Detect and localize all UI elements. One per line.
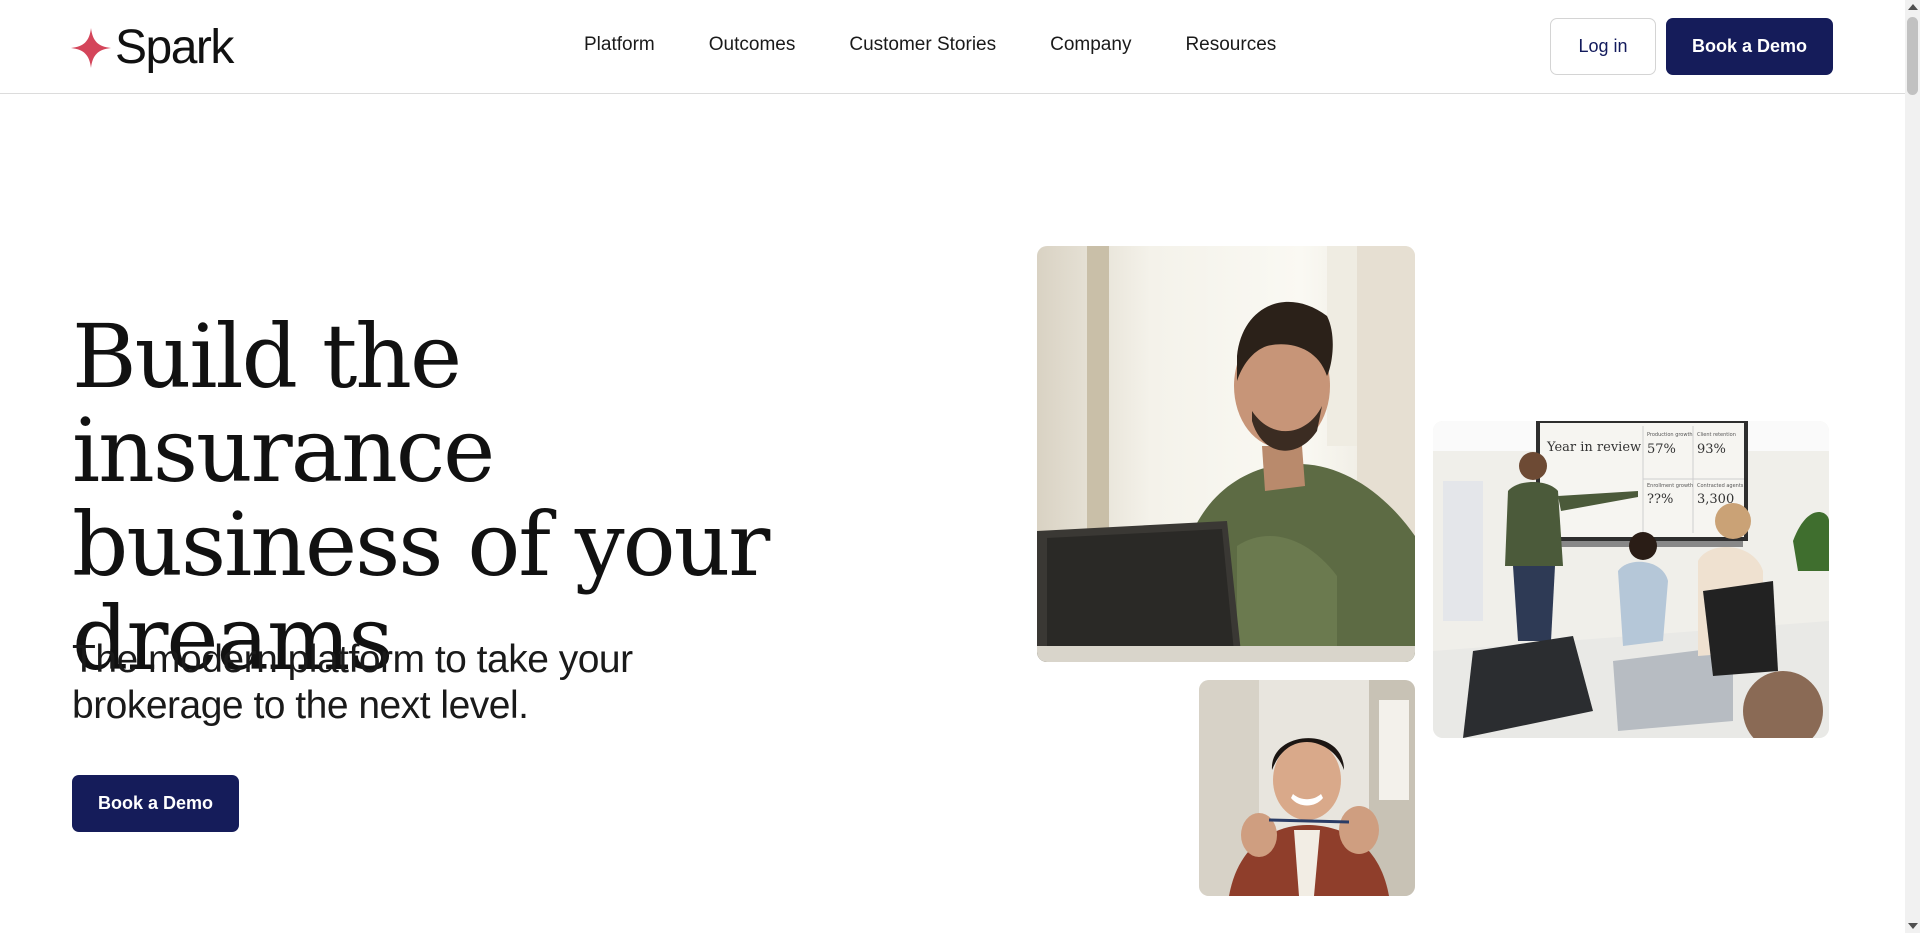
photo-man-with-tablet bbox=[1037, 246, 1415, 662]
login-button[interactable]: Log in bbox=[1550, 18, 1656, 75]
nav-customer-stories[interactable]: Customer Stories bbox=[849, 30, 996, 60]
screen-heading: Year in review bbox=[1546, 440, 1641, 455]
screen-stat-value: ??% bbox=[1647, 492, 1673, 507]
page-scrollbar[interactable] bbox=[1905, 0, 1920, 933]
screen-stat-label: Client retention bbox=[1697, 432, 1736, 438]
four-point-star-icon bbox=[71, 28, 111, 68]
screen-stat-value: 93% bbox=[1697, 442, 1726, 457]
site-header: Spark Platform Outcomes Customer Stories… bbox=[0, 0, 1905, 94]
main-nav: Platform Outcomes Customer Stories Compa… bbox=[584, 30, 1330, 60]
scroll-thumb[interactable] bbox=[1907, 17, 1918, 95]
header-book-demo-button[interactable]: Book a Demo bbox=[1666, 18, 1833, 75]
screen-stat-label: Contracted agents bbox=[1697, 483, 1744, 489]
hero-title: Build the insurance business of your dre… bbox=[72, 305, 770, 690]
photo-team-presentation: Year in review Production growth 57% Cli… bbox=[1433, 421, 1829, 738]
screen-stat-label: Enrollment growth bbox=[1647, 483, 1693, 489]
scroll-down-arrow-icon[interactable] bbox=[1908, 923, 1918, 929]
brand-name: Spark bbox=[115, 21, 234, 74]
nav-platform[interactable]: Platform bbox=[584, 30, 655, 60]
hero-book-demo-button[interactable]: Book a Demo bbox=[72, 775, 239, 832]
screen-stat-label: Production growth bbox=[1647, 432, 1693, 438]
hero-subtitle: The modern platform to take your brokera… bbox=[72, 638, 633, 727]
scroll-up-arrow-icon[interactable] bbox=[1908, 4, 1918, 10]
nav-resources[interactable]: Resources bbox=[1185, 30, 1276, 60]
nav-outcomes[interactable]: Outcomes bbox=[709, 30, 796, 60]
photo-man-with-pen bbox=[1199, 680, 1415, 896]
nav-company[interactable]: Company bbox=[1050, 30, 1131, 60]
spark-logo[interactable]: Spark bbox=[71, 21, 234, 74]
screen-stat-value: 57% bbox=[1647, 442, 1676, 457]
